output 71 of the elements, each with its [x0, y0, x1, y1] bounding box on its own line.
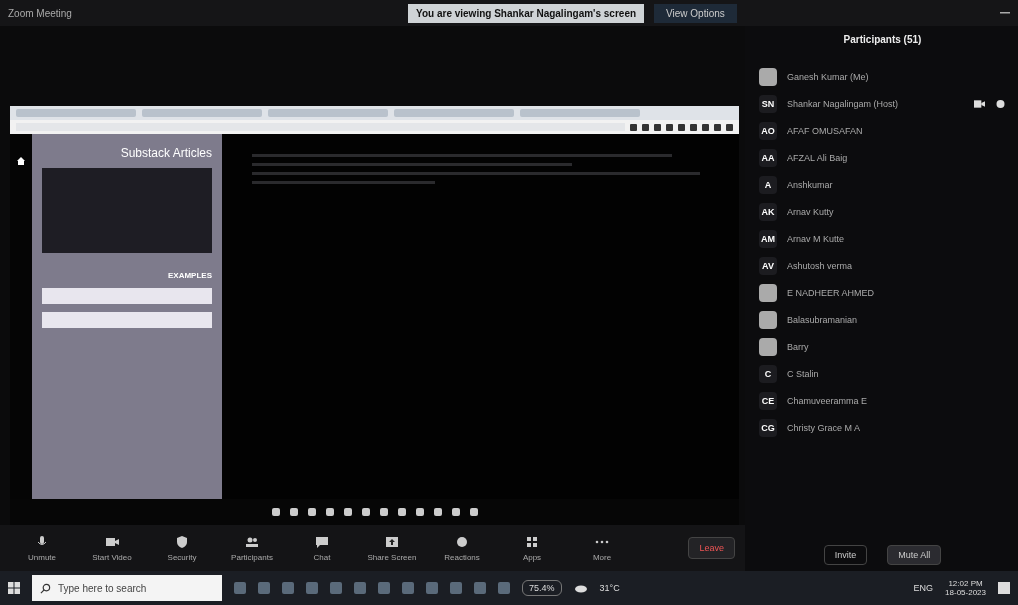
taskbar-app-icon[interactable]	[258, 582, 270, 594]
participant-name: Ganesh Kumar (Me)	[787, 71, 869, 82]
avatar: CE	[759, 391, 777, 410]
chat-toolbar-button[interactable]: Chat	[290, 534, 354, 562]
participant-name: Chamuveeramma E	[787, 395, 868, 406]
participant-name: Arnav Kutty	[787, 206, 834, 217]
avatar: AO	[759, 121, 777, 140]
avatar: AK	[759, 202, 777, 221]
participant-name: AFAF OMUSAFAN	[787, 125, 863, 136]
temperature-text: 31°C	[599, 583, 620, 593]
taskbar-app-icon[interactable]	[282, 582, 294, 594]
participant-name: Barry	[787, 341, 809, 352]
minimize-icon[interactable]	[1000, 12, 1010, 14]
avatar-photo-placeholder	[759, 310, 777, 329]
windows-start-icon[interactable]	[8, 582, 20, 594]
clock[interactable]: 12:02 PM 18-05-2023	[945, 579, 986, 597]
video-toolbar-button[interactable]: Start Video	[80, 534, 144, 562]
shield-icon	[174, 534, 190, 550]
participant-name: Anshkumar	[787, 179, 833, 190]
participant-name: Arnav M Kutte	[787, 233, 845, 244]
taskbar-search-field[interactable]: Type here to search	[32, 575, 222, 601]
avatar: C	[759, 364, 777, 383]
examples-label: EXAMPLES	[168, 271, 212, 280]
language-indicator[interactable]: ENG	[913, 583, 934, 593]
home-icon	[16, 156, 26, 166]
avatar-photo-placeholder	[759, 67, 777, 86]
participant-name: Shankar Nagalingam (Host)	[787, 98, 899, 109]
panel-title: Participants (51)	[843, 34, 922, 45]
avatar: AV	[759, 256, 777, 275]
taskbar-app-icon[interactable]	[354, 582, 366, 594]
people-toolbar-button[interactable]: Participants	[220, 534, 284, 562]
taskbar-app-icon[interactable]	[426, 582, 438, 594]
battery-indicator: 75.4%	[522, 580, 562, 596]
participant-name: E NADHEER AHMED	[787, 287, 875, 298]
taskbar-app-icon[interactable]	[498, 582, 510, 594]
avatar: AM	[759, 229, 777, 248]
participant-name: C Stalin	[787, 368, 819, 379]
taskbar-app-icon[interactable]	[330, 582, 342, 594]
share-toolbar-button[interactable]: Share Screen	[360, 534, 424, 562]
participant-name: Ashutosh verma	[787, 260, 853, 271]
mic-toolbar-button[interactable]: Unmute	[10, 534, 74, 562]
avatar: CG	[759, 418, 777, 437]
participant-name: Christy Grace M A	[787, 422, 860, 433]
avatar: AA	[759, 148, 777, 167]
apps-icon	[524, 534, 540, 550]
participant-name: AFZAL Ali Baig	[787, 152, 848, 163]
avatar: A	[759, 175, 777, 194]
leave-button[interactable]: Leave	[688, 537, 735, 559]
screen-share-banner: You are viewing Shankar Nagalingam's screen	[408, 3, 645, 23]
more-toolbar-button[interactable]: More	[570, 534, 634, 562]
taskbar-app-icon[interactable]	[234, 582, 246, 594]
participant-name: Balasubramanian	[787, 314, 858, 325]
taskbar-app-icon[interactable]	[450, 582, 462, 594]
share-icon	[384, 534, 400, 550]
cloud-icon	[573, 583, 588, 593]
chat-icon	[314, 534, 330, 550]
taskbar-app-icon[interactable]	[402, 582, 414, 594]
avatar-photo-placeholder	[759, 283, 777, 302]
apps-toolbar-button[interactable]: Apps	[500, 534, 564, 562]
taskbar-app-icon[interactable]	[306, 582, 318, 594]
window-title: Zoom Meeting	[8, 7, 73, 19]
invite-button[interactable]: Invite	[823, 545, 868, 565]
sidebar-title: Substack Articles	[120, 146, 212, 160]
view-options-button[interactable]: View Options	[654, 3, 737, 23]
smile-toolbar-button[interactable]: Reactions	[430, 534, 494, 562]
avatar-photo-placeholder	[759, 337, 777, 356]
shield-toolbar-button[interactable]: Security	[150, 534, 214, 562]
mute-all-button[interactable]: Mute All	[887, 545, 942, 565]
avatar: SN	[759, 94, 777, 113]
taskbar-app-icon[interactable]	[378, 582, 390, 594]
taskbar-app-icon[interactable]	[474, 582, 486, 594]
